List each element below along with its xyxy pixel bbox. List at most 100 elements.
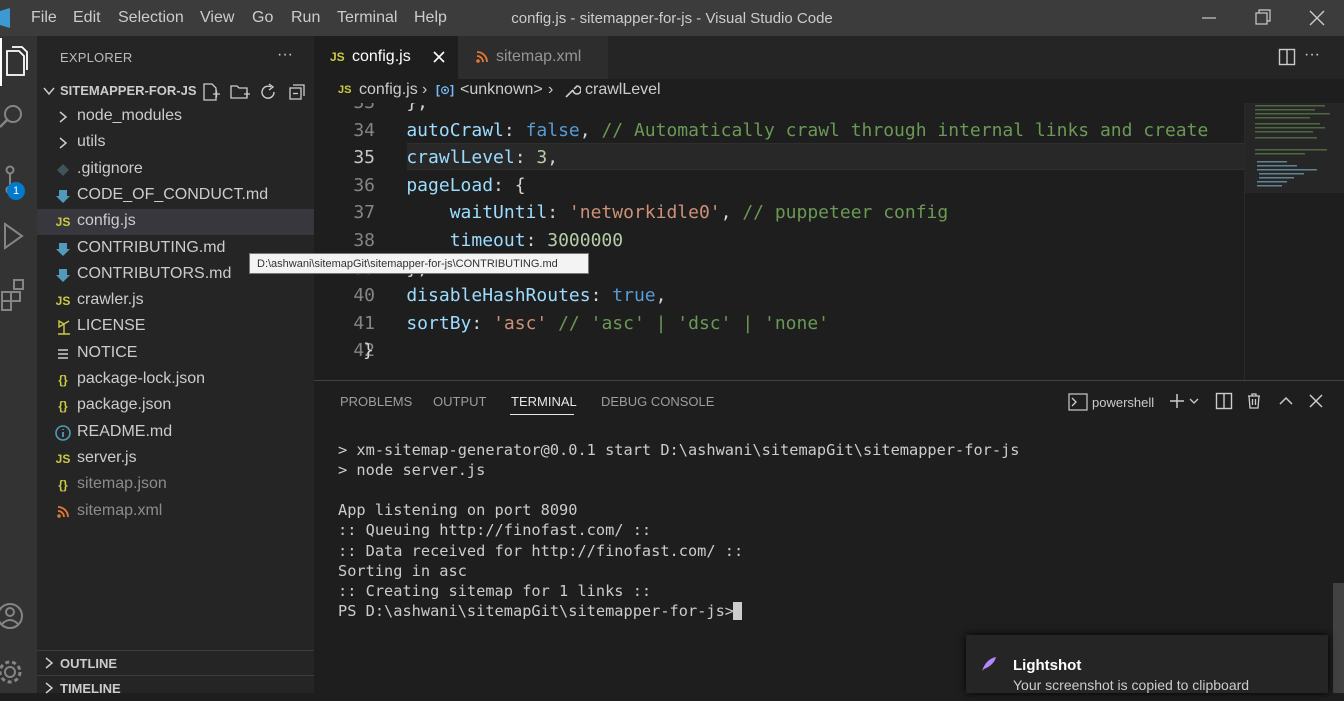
file-item-sitemap-json[interactable]: {} sitemap.json: [37, 472, 314, 498]
editor-tab-bar: JS config.js sitemap.xml ···: [314, 36, 1344, 79]
menu-file[interactable]: File: [31, 0, 57, 36]
file-item-config-js[interactable]: JS config.js: [37, 209, 314, 236]
run-debug-activity-button[interactable]: [0, 212, 37, 260]
file-item-sitemap-xml[interactable]: sitemap.xml: [37, 499, 314, 525]
file-name: server.js: [77, 448, 137, 466]
chevron-right-icon: [45, 657, 54, 669]
outline-title: OUTLINE: [60, 656, 118, 671]
terminal-cursor: [733, 602, 742, 620]
explorer-activity-button[interactable]: [0, 38, 37, 86]
trash-icon[interactable]: [1245, 392, 1263, 410]
file-name: package-lock.json: [77, 370, 206, 387]
tab-config-js[interactable]: JS config.js: [314, 36, 458, 79]
js-file-icon: JS: [338, 84, 352, 96]
tab-problems[interactable]: PROBLEMS: [340, 394, 412, 409]
notification-body: Your screenshot is copied to clipboard: [1013, 677, 1250, 693]
breadcrumb: JS config.js › [⊙] <unknown> › crawlLeve…: [314, 79, 1344, 103]
menu-terminal[interactable]: Terminal: [337, 0, 397, 36]
file-item-package-lock-json[interactable]: {} package-lock.json: [37, 367, 314, 393]
file-name: NOTICE: [77, 343, 138, 361]
minimize-icon: [1202, 17, 1216, 19]
chevron-down-icon[interactable]: [1188, 395, 1200, 407]
accounts-activity-button[interactable]: [0, 592, 37, 640]
tab-terminal[interactable]: TERMINAL: [511, 394, 577, 409]
license-icon: [54, 318, 72, 336]
refresh-icon[interactable]: [259, 82, 279, 102]
activity-bar: 1: [0, 36, 37, 693]
breadcrumb-property[interactable]: crawlLevel: [585, 81, 661, 99]
split-editor-icon[interactable]: [1278, 48, 1296, 66]
file-item-notice[interactable]: NOTICE: [37, 341, 314, 367]
chevron-right-icon: ›: [548, 81, 554, 98]
file-item-server-js[interactable]: JS server.js: [37, 446, 314, 472]
terminal-shell-selector[interactable]: powershell: [1092, 395, 1154, 410]
menu-help[interactable]: Help: [414, 0, 447, 36]
file-item-node-modules[interactable]: node_modules: [37, 104, 314, 130]
minimap[interactable]: [1244, 103, 1344, 380]
menu-run[interactable]: Run: [291, 0, 320, 36]
code-line: sortBy: 'asc' // 'asc' | 'dsc' | 'none': [363, 312, 830, 334]
extensions-activity-button[interactable]: [0, 270, 37, 318]
outline-section[interactable]: OUTLINE: [37, 650, 314, 675]
new-folder-icon[interactable]: [229, 82, 251, 102]
chevron-right-icon: [54, 108, 72, 126]
files-icon: [6, 46, 28, 76]
close-panel-icon[interactable]: [1307, 392, 1325, 410]
js-file-icon: JS: [330, 50, 345, 64]
breadcrumb-file[interactable]: config.js: [359, 81, 418, 99]
new-file-icon[interactable]: [201, 82, 221, 102]
file-name: node_modules: [77, 107, 182, 124]
chevron-right-icon: [54, 134, 72, 152]
tab-label: config.js: [352, 48, 411, 65]
file-name: crawler.js: [77, 291, 144, 309]
breadcrumb-symbol[interactable]: <unknown>: [460, 81, 543, 99]
menu-view[interactable]: View: [200, 0, 234, 36]
timeline-section[interactable]: TIMELINE: [37, 675, 314, 700]
file-item-code-of-conduct-md[interactable]: CODE_OF_CONDUCT.md: [37, 183, 314, 209]
code-editor[interactable]: 33 },34 autoCrawl: false, // Automatical…: [314, 103, 1244, 380]
restore-button[interactable]: [1240, 0, 1286, 36]
menu-edit[interactable]: Edit: [73, 0, 101, 36]
manage-activity-button[interactable]: [0, 648, 37, 696]
menu-go[interactable]: Go: [252, 0, 273, 36]
new-terminal-icon[interactable]: [1168, 392, 1186, 410]
collapse-all-icon[interactable]: [287, 82, 307, 102]
close-window-button[interactable]: [1294, 0, 1340, 36]
minimize-button[interactable]: [1186, 0, 1232, 36]
title-bar: File Edit Selection View Go Run Terminal…: [0, 0, 1344, 36]
file-item-license[interactable]: LICENSE: [37, 314, 314, 340]
file-item-crawler-js[interactable]: JS crawler.js: [37, 288, 314, 314]
file-item-package-json[interactable]: {} package.json: [37, 393, 314, 419]
terminal-line: > node server.js: [338, 461, 486, 480]
file-name: sitemap.xml: [77, 501, 163, 519]
terminal-line: PS D:\ashwani\sitemapGit\sitemapper-for-…: [338, 601, 744, 620]
tab-debug-console[interactable]: DEBUG CONSOLE: [601, 394, 714, 409]
tab-sitemap-xml[interactable]: sitemap.xml: [458, 36, 608, 79]
notification-title: Lightshot: [1013, 657, 1082, 674]
file-item-utils[interactable]: utils: [37, 130, 314, 156]
menu-selection[interactable]: Selection: [118, 0, 184, 36]
terminal-scrollbar[interactable]: [1333, 583, 1344, 693]
close-tab-icon[interactable]: [432, 50, 446, 64]
search-activity-button[interactable]: [0, 94, 37, 142]
project-header[interactable]: SITEMAPPER-FOR-JS: [37, 80, 314, 102]
file-path-tooltip: D:\ashwani\sitemapGit\sitemapper-for-js\…: [249, 253, 589, 274]
rss-file-icon: [476, 51, 488, 63]
editor-more-button[interactable]: ···: [1304, 46, 1320, 64]
close-icon: [1309, 10, 1325, 26]
lightshot-notification[interactable]: Lightshot Your screenshot is copied to c…: [966, 635, 1328, 693]
active-tab-indicator: [510, 414, 574, 415]
search-icon: [0, 105, 22, 128]
split-terminal-icon[interactable]: [1215, 392, 1233, 410]
file-name: README.md: [77, 422, 173, 440]
chevron-down-icon: [43, 87, 55, 96]
file-name: sitemap.json: [77, 475, 167, 493]
code-line: crawlLevel: 3,: [363, 147, 559, 169]
tab-output[interactable]: OUTPUT: [433, 394, 486, 409]
file-item-gitignore[interactable]: .gitignore: [37, 157, 314, 183]
source-control-activity-button[interactable]: 1: [0, 156, 37, 204]
more-actions-button[interactable]: ···: [277, 46, 293, 64]
file-item-readme-md[interactable]: README.md: [37, 420, 314, 446]
maximize-panel-icon[interactable]: [1277, 392, 1295, 410]
explorer-title: EXPLORER: [60, 50, 133, 65]
